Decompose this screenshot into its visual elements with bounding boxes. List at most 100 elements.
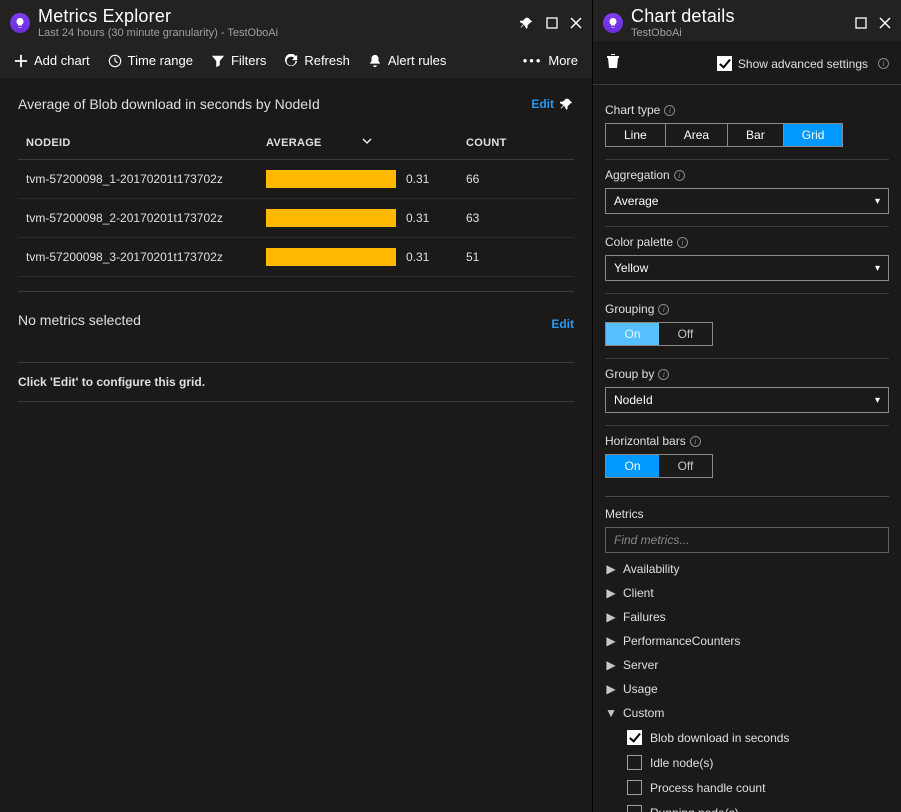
table-row[interactable]: tvm-57200098_3-20170201t173702z0.3151 [18, 238, 574, 277]
info-icon[interactable]: i [677, 237, 688, 248]
insights-icon [10, 13, 30, 33]
pin-chart-icon[interactable] [560, 97, 574, 111]
caret-down-icon: ▼ [607, 706, 615, 720]
chart-type-area[interactable]: Area [666, 124, 728, 146]
right-panel-header: Chart details TestOboAi [593, 0, 901, 41]
refresh-label: Refresh [304, 53, 350, 68]
metric-group-performancecounters[interactable]: ▶PerformanceCounters [605, 629, 889, 653]
delete-icon[interactable] [605, 53, 621, 74]
chevron-down-icon [362, 136, 372, 149]
info-icon[interactable]: i [878, 58, 889, 69]
maximize-icon[interactable] [546, 17, 558, 29]
caret-right-icon: ▶ [607, 658, 615, 672]
metric-group-custom[interactable]: ▼Custom [605, 701, 889, 725]
metric-group-failures[interactable]: ▶Failures [605, 605, 889, 629]
refresh-button[interactable]: Refresh [284, 53, 350, 68]
table-row[interactable]: tvm-57200098_2-20170201t173702z0.3163 [18, 199, 574, 238]
metric-group-availability[interactable]: ▶Availability [605, 557, 889, 581]
show-advanced-checkbox[interactable]: Show advanced settings i [717, 56, 889, 71]
chart-type-label: Chart typei [605, 103, 889, 117]
color-palette-label: Color palettei [605, 235, 889, 249]
metric-checkbox[interactable] [627, 730, 642, 745]
cell-nodeid: tvm-57200098_1-20170201t173702z [18, 160, 258, 199]
group-by-dropdown[interactable]: NodeId ▾ [605, 387, 889, 413]
metric-item[interactable]: Running node(s) [605, 800, 889, 812]
more-button[interactable]: ••• More [523, 53, 578, 68]
info-icon[interactable]: i [674, 170, 685, 181]
pin-icon[interactable] [520, 16, 534, 30]
metric-group-client[interactable]: ▶Client [605, 581, 889, 605]
col-nodeid[interactable]: NODEID [18, 126, 258, 160]
chart-type-bar[interactable]: Bar [728, 124, 784, 146]
color-palette-dropdown[interactable]: Yellow▾ [605, 255, 889, 281]
cell-average: 0.31 [258, 238, 458, 277]
aggregation-dropdown[interactable]: Average▾ [605, 188, 889, 214]
divider [605, 293, 889, 294]
chart-block-1: Average of Blob download in seconds by N… [18, 96, 574, 292]
right-toolbar: Show advanced settings i [593, 41, 901, 85]
metric-group-usage[interactable]: ▶Usage [605, 677, 889, 701]
metric-item[interactable]: Process handle count [605, 775, 889, 800]
metric-checkbox[interactable] [627, 805, 642, 812]
info-icon[interactable]: i [664, 105, 675, 116]
metric-group-server[interactable]: ▶Server [605, 653, 889, 677]
info-icon[interactable]: i [658, 369, 669, 380]
show-advanced-label: Show advanced settings [738, 57, 868, 71]
right-panel-title: Chart details [631, 6, 855, 27]
horizontal-bars-toggle[interactable]: On Off [605, 454, 713, 478]
chevron-down-icon: ▾ [875, 196, 880, 207]
insights-icon [603, 13, 623, 33]
metrics-tree: ▶Availability▶Client▶Failures▶Performanc… [605, 557, 889, 812]
info-icon[interactable]: i [658, 304, 669, 315]
average-value: 0.31 [406, 250, 440, 264]
more-label: More [548, 53, 578, 68]
cell-nodeid: tvm-57200098_3-20170201t173702z [18, 238, 258, 277]
chart-type-line[interactable]: Line [606, 124, 666, 146]
left-panel-subtitle: Last 24 hours (30 minute granularity) - … [38, 27, 520, 39]
grouping-toggle[interactable]: On Off [605, 322, 713, 346]
right-panel-subtitle: TestOboAi [631, 27, 855, 39]
caret-right-icon: ▶ [607, 634, 615, 648]
cell-nodeid: tvm-57200098_2-20170201t173702z [18, 199, 258, 238]
metrics-search-input[interactable] [605, 527, 889, 553]
metrics-explorer-panel: Metrics Explorer Last 24 hours (30 minut… [0, 0, 593, 812]
col-average[interactable]: AVERAGE [258, 126, 458, 160]
metric-label: Idle node(s) [650, 756, 713, 770]
maximize-icon[interactable] [855, 17, 867, 29]
hbar-off[interactable]: Off [659, 455, 712, 477]
col-count[interactable]: COUNT [458, 126, 574, 160]
cell-average: 0.31 [258, 199, 458, 238]
show-advanced-input[interactable] [717, 56, 732, 71]
chart-type-grid[interactable]: Grid [784, 124, 843, 146]
divider [605, 226, 889, 227]
time-range-button[interactable]: Time range [108, 53, 193, 68]
hbar-on[interactable]: On [606, 455, 659, 477]
alert-rules-button[interactable]: Alert rules [368, 53, 447, 68]
left-panel-title: Metrics Explorer [38, 6, 520, 27]
metric-group-label: Usage [623, 682, 658, 696]
chart-type-segmented[interactable]: LineAreaBarGrid [605, 123, 843, 147]
edit-empty-link[interactable]: Edit [551, 317, 574, 331]
grouping-label: Groupingi [605, 302, 889, 316]
metric-checkbox[interactable] [627, 780, 642, 795]
metric-item[interactable]: Blob download in seconds [605, 725, 889, 750]
metric-item[interactable]: Idle node(s) [605, 750, 889, 775]
close-icon[interactable] [570, 17, 582, 29]
left-toolbar: Add chart Time range Filters Refresh Ale… [0, 41, 592, 78]
close-icon[interactable] [879, 17, 891, 29]
add-chart-button[interactable]: Add chart [14, 53, 90, 68]
metric-checkbox[interactable] [627, 755, 642, 770]
info-icon[interactable]: i [690, 436, 701, 447]
edit-chart-link[interactable]: Edit [531, 97, 554, 111]
filters-button[interactable]: Filters [211, 53, 266, 68]
chevron-down-icon: ▾ [875, 395, 880, 406]
table-row[interactable]: tvm-57200098_1-20170201t173702z0.3166 [18, 160, 574, 199]
chevron-down-icon: ▾ [875, 263, 880, 274]
grouping-off[interactable]: Off [659, 323, 712, 345]
grouping-on[interactable]: On [606, 323, 659, 345]
divider [605, 496, 889, 497]
metric-group-label: Client [623, 586, 654, 600]
group-by-value: NodeId [614, 393, 653, 407]
filters-label: Filters [231, 53, 266, 68]
average-value: 0.31 [406, 211, 440, 225]
